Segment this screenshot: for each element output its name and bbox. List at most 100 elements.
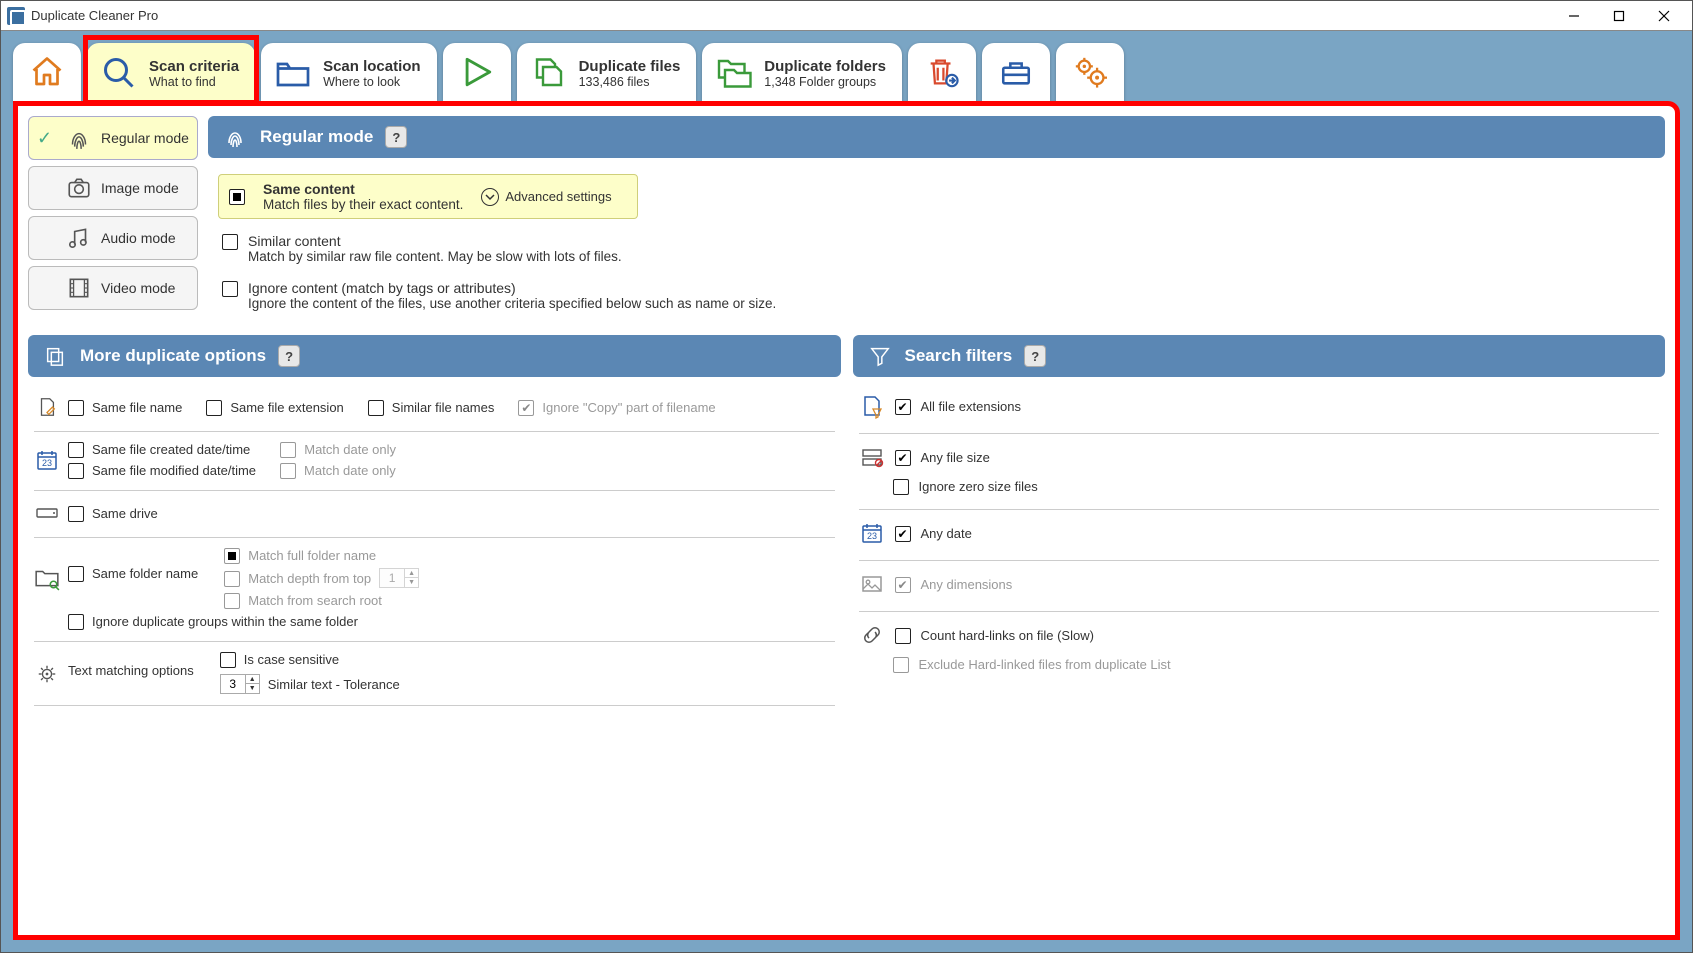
section-regular-mode: Regular mode ?	[208, 116, 1665, 158]
same-created-label: Same file created date/time	[92, 442, 250, 457]
same-drive-checkbox[interactable]	[68, 506, 84, 522]
tab-dup-files-title: Duplicate files	[579, 58, 681, 75]
similar-content-option[interactable]: Similar content Match by similar raw fil…	[218, 229, 1655, 268]
ignore-copy-checkbox	[518, 400, 534, 416]
depth-input	[380, 569, 404, 587]
drive-icon	[34, 500, 60, 526]
tab-dup-folders-title: Duplicate folders	[764, 58, 886, 75]
tab-scan-criteria[interactable]: Scan criteria What to find	[87, 43, 255, 101]
close-button[interactable]	[1641, 2, 1686, 30]
count-hardlinks-checkbox[interactable]	[895, 628, 911, 644]
ignore-content-option[interactable]: Ignore content (match by tags or attribu…	[218, 276, 1655, 315]
same-content-option[interactable]: Same content Match files by their exact …	[218, 174, 638, 219]
match-from-root-checkbox	[224, 593, 240, 609]
section-more-options: More duplicate options ?	[28, 335, 841, 377]
same-modified-label: Same file modified date/time	[92, 463, 256, 478]
app-title: Duplicate Cleaner Pro	[31, 8, 158, 23]
ignore-groups-checkbox[interactable]	[68, 614, 84, 630]
mode-image-label: Image mode	[101, 180, 179, 196]
tab-duplicate-folders[interactable]: Duplicate folders 1,348 Folder groups	[702, 43, 902, 101]
image-icon	[859, 571, 885, 597]
same-folder-checkbox[interactable]	[68, 566, 84, 582]
all-ext-checkbox[interactable]	[895, 399, 911, 415]
spinner-up[interactable]: ▲	[246, 675, 259, 684]
similar-content-checkbox[interactable]	[222, 234, 238, 250]
funnel-icon	[867, 343, 893, 369]
mode-video-label: Video mode	[101, 280, 175, 296]
section-regular-title: Regular mode	[260, 127, 373, 147]
match-date-only-2: Match date only	[304, 463, 396, 478]
ignore-groups-label: Ignore duplicate groups within the same …	[92, 614, 358, 629]
case-sensitive-checkbox[interactable]	[220, 652, 236, 668]
count-hardlinks-label: Count hard-links on file (Slow)	[921, 628, 1094, 643]
ignore-content-checkbox[interactable]	[222, 281, 238, 297]
spinner-down[interactable]: ▼	[246, 684, 259, 693]
advanced-settings-button[interactable]: Advanced settings	[481, 188, 611, 206]
match-full-folder-label: Match full folder name	[248, 548, 376, 563]
content-area: ✓ Regular mode Image mode	[13, 101, 1680, 940]
match-depth-checkbox	[224, 571, 240, 587]
tolerance-spinner[interactable]: ▲▼	[220, 674, 260, 694]
home-icon	[27, 52, 67, 92]
same-content-checkbox[interactable]	[229, 189, 245, 205]
same-modified-checkbox[interactable]	[68, 463, 84, 479]
match-depth-label: Match depth from top	[248, 571, 371, 586]
gears-icon	[1070, 52, 1110, 92]
tab-dup-files-sub: 133,486 files	[579, 75, 650, 89]
duplicate-folders-icon	[714, 53, 754, 93]
similar-names-checkbox[interactable]	[368, 400, 384, 416]
match-date-only-1: Match date only	[304, 442, 396, 457]
match-from-root-label: Match from search root	[248, 593, 382, 608]
same-file-name-label: Same file name	[92, 400, 182, 415]
exclude-hardlinks-label: Exclude Hard-linked files from duplicate…	[919, 657, 1171, 672]
mode-image[interactable]: Image mode	[28, 166, 198, 210]
same-ext-checkbox[interactable]	[206, 400, 222, 416]
link-icon	[859, 622, 885, 648]
tab-play[interactable]	[443, 43, 511, 101]
chevron-down-icon	[481, 188, 499, 206]
tab-dup-folders-sub: 1,348 Folder groups	[764, 75, 876, 89]
ignore-content-title: Ignore content (match by tags or attribu…	[248, 280, 776, 296]
music-icon	[65, 224, 93, 252]
file-edit-icon	[34, 394, 60, 420]
tab-toolbox[interactable]	[982, 43, 1050, 101]
any-size-checkbox[interactable]	[895, 450, 911, 466]
mode-video[interactable]: Video mode	[28, 266, 198, 310]
tab-delete[interactable]	[908, 43, 976, 101]
tolerance-input[interactable]	[221, 675, 245, 693]
minimize-button[interactable]	[1551, 2, 1596, 30]
mode-sidebar: ✓ Regular mode Image mode	[28, 116, 198, 310]
svg-text:23: 23	[42, 458, 52, 468]
tab-scan-criteria-sub: What to find	[149, 75, 216, 89]
help-button[interactable]: ?	[1024, 345, 1046, 367]
folder-icon	[273, 53, 313, 93]
maximize-button[interactable]	[1596, 2, 1641, 30]
match-date-only-1-checkbox	[280, 442, 296, 458]
any-date-label: Any date	[921, 526, 972, 541]
similar-tolerance-label: Similar text - Tolerance	[268, 677, 400, 692]
tab-scan-location-sub: Where to look	[323, 75, 400, 89]
tab-scan-location-title: Scan location	[323, 58, 421, 75]
ignore-zero-checkbox[interactable]	[893, 479, 909, 495]
any-date-checkbox[interactable]	[895, 526, 911, 542]
same-drive-label: Same drive	[92, 506, 158, 521]
match-full-folder-checkbox	[224, 548, 240, 564]
duplicate-files-icon	[529, 53, 569, 93]
tab-settings[interactable]	[1056, 43, 1124, 101]
same-created-checkbox[interactable]	[68, 442, 84, 458]
same-file-name-checkbox[interactable]	[68, 400, 84, 416]
tab-scan-location[interactable]: Scan location Where to look	[261, 43, 437, 101]
mode-regular[interactable]: ✓ Regular mode	[28, 116, 198, 160]
app-icon	[7, 7, 25, 25]
toolbox-icon	[996, 52, 1036, 92]
help-button[interactable]: ?	[385, 126, 407, 148]
tab-duplicate-files[interactable]: Duplicate files 133,486 files	[517, 43, 697, 101]
any-size-label: Any file size	[921, 450, 990, 465]
mode-audio[interactable]: Audio mode	[28, 216, 198, 260]
exclude-hardlinks-checkbox	[893, 657, 909, 673]
similar-content-desc: Match by similar raw file content. May b…	[248, 249, 622, 264]
check-icon: ✓	[37, 128, 57, 149]
help-button[interactable]: ?	[278, 345, 300, 367]
tab-home[interactable]	[13, 43, 81, 101]
search-icon	[99, 53, 139, 93]
